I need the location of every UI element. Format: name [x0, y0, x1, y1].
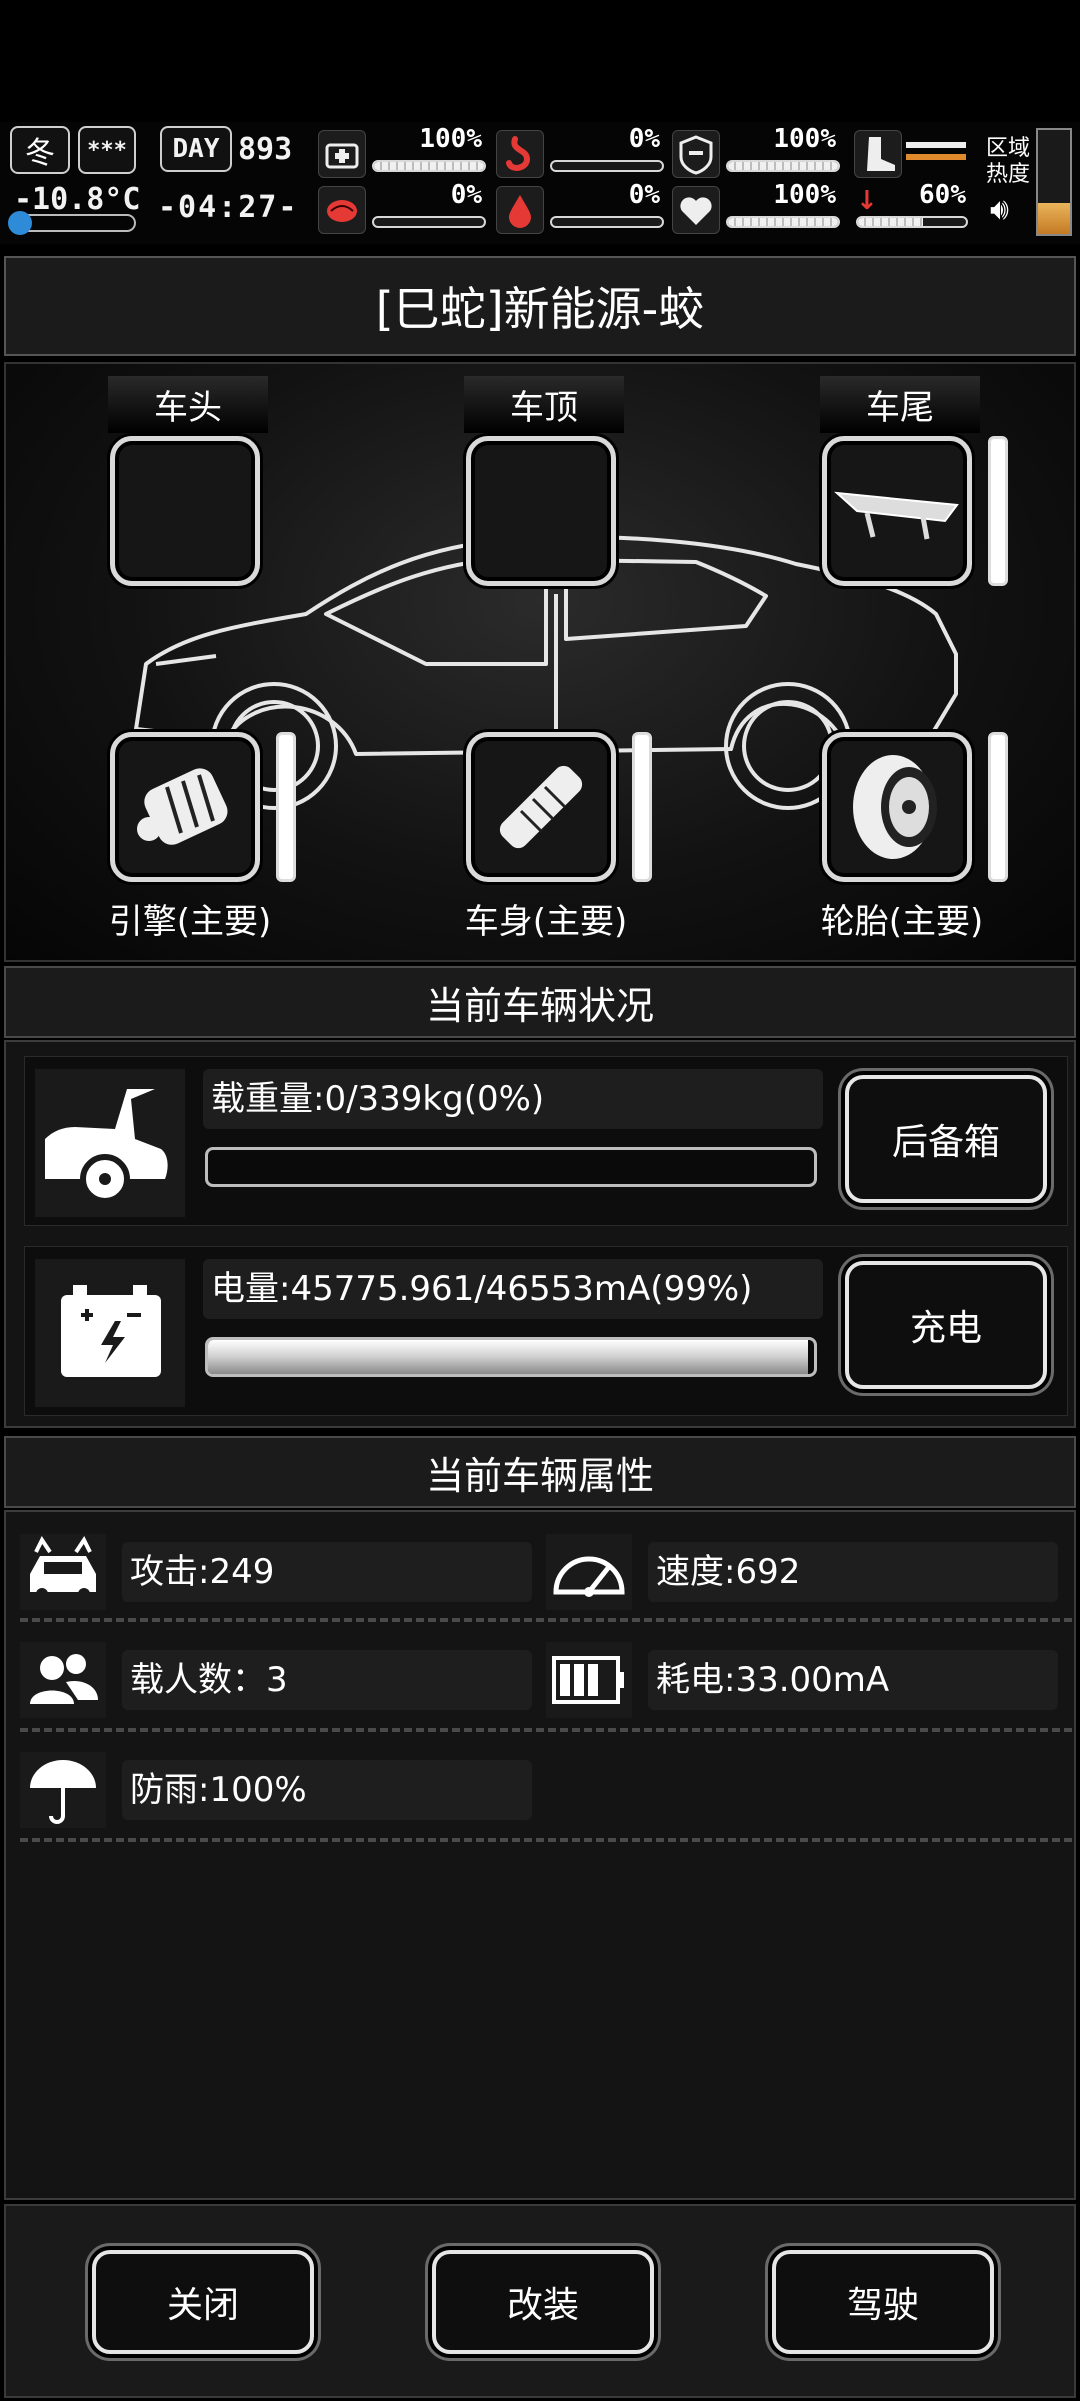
battery-level-icon [546, 1642, 632, 1718]
attributes-panel: 攻击:249 速度:692 载人数：3 耗电:33.00mA 防雨:100% [4, 1510, 1076, 2200]
tire-durability-bar [988, 732, 1008, 882]
stamina-bar [856, 216, 968, 228]
vehicle-title: [巳蛇]新能源-蛟 [375, 282, 705, 336]
slot-label-roof: 车顶 [464, 376, 624, 433]
zone-heat-label: 区域 热度 [986, 136, 1031, 187]
battery-bar [205, 1337, 817, 1377]
battery-icon [35, 1259, 185, 1407]
boot-indicator [906, 142, 966, 148]
zone-heat-meter [1036, 128, 1072, 236]
thirst-bar [550, 216, 664, 228]
season-badge: 冬 [10, 126, 70, 174]
hunger-bar [550, 160, 664, 172]
attributes-section-header: 当前车辆属性 [4, 1436, 1076, 1508]
divider [20, 1838, 1072, 1842]
sanity-bar [372, 216, 486, 228]
speaker-icon[interactable]: 🔊︎ [990, 192, 1009, 227]
body-armor-icon [499, 765, 583, 849]
slot-rear[interactable] [822, 436, 972, 586]
tire-icon [853, 755, 937, 859]
health-bar [372, 160, 486, 172]
slot-front[interactable] [110, 436, 260, 586]
stamina-value: 60% [919, 180, 966, 210]
divider [20, 1618, 1072, 1622]
first-aid-icon [318, 130, 366, 178]
status-panel: 载重量:0/339kg(0%) 后备箱 电量:45775.961/46553mA… [4, 1040, 1076, 1428]
drive-button[interactable]: 驾驶 [772, 2250, 994, 2354]
shield-icon [672, 130, 720, 178]
boot-icon [854, 130, 902, 178]
cargo-weight-text: 载重量:0/339kg(0%) [203, 1069, 823, 1129]
slot-label-body: 车身(主要) [464, 902, 628, 942]
status-section-header: 当前车辆状况 [4, 966, 1076, 1038]
battery-text: 电量:45775.961/46553mA(99%) [203, 1259, 823, 1319]
umbrella-icon [20, 1752, 106, 1828]
cargo-weight-bar [205, 1147, 817, 1187]
rear-durability-bar [988, 436, 1008, 586]
attr-power-use: 耗电:33.00mA [546, 1636, 1066, 1726]
defense-value: 100% [773, 124, 836, 154]
trunk-button[interactable]: 后备箱 [845, 1075, 1047, 1203]
cargo-row: 载重量:0/339kg(0%) 后备箱 [24, 1056, 1068, 1226]
speedometer-icon [546, 1534, 632, 1610]
thirst-value: 0% [628, 180, 660, 210]
attr-attack: 攻击:249 [20, 1528, 540, 1618]
charge-button[interactable]: 充电 [845, 1261, 1047, 1389]
slot-label-engine: 引擎(主要) [108, 902, 272, 942]
mood-value: 100% [773, 180, 836, 210]
slot-engine[interactable] [110, 732, 260, 882]
attr-passengers: 载人数：3 [20, 1636, 540, 1726]
car-trunk-icon [35, 1069, 185, 1217]
bottom-action-bar: 关闭 改装 驾驶 [4, 2204, 1076, 2398]
slot-label-front: 车头 [108, 376, 268, 433]
hunger-value: 0% [628, 124, 660, 154]
brain-icon [318, 186, 366, 234]
stomach-icon [496, 130, 544, 178]
day-counter: 893 [238, 132, 293, 167]
health-value: 100% [419, 124, 482, 154]
car-attack-icon [20, 1534, 106, 1610]
engine-durability-bar [276, 732, 296, 882]
thermometer-icon [8, 211, 136, 235]
season-text: 冬 [25, 136, 55, 171]
slot-label-rear: 车尾 [820, 376, 980, 433]
mood-bar [726, 216, 840, 228]
status-hud: 冬 *** -10.8°C DAY 893 -04:27- 100% 0% 10… [0, 122, 1080, 244]
engine-icon [137, 768, 228, 845]
spoiler-icon [834, 491, 959, 540]
blood-drop-icon [496, 186, 544, 234]
battery-row: 电量:45775.961/46553mA(99%) 充电 [24, 1246, 1068, 1416]
attr-speed: 速度:692 [546, 1528, 1066, 1618]
boot-indicator-orange [906, 154, 966, 160]
modify-button[interactable]: 改装 [432, 2250, 654, 2354]
close-button[interactable]: 关闭 [92, 2250, 314, 2354]
sanity-value: 0% [450, 180, 482, 210]
vehicle-title-bar: [巳蛇]新能源-蛟 [4, 256, 1076, 356]
day-badge: DAY [160, 126, 232, 172]
heart-icon [672, 186, 720, 234]
slot-tire[interactable] [822, 732, 972, 882]
weather-snow-icon: *** [78, 126, 136, 174]
temperature-readout: -10.8°C [14, 182, 141, 217]
vehicle-slots-area: 车头 车顶 车尾 引擎(主要) 车身(主要) 轮胎(主要) [4, 362, 1076, 962]
divider [20, 1728, 1072, 1732]
game-clock: -04:27- [158, 190, 299, 225]
body-durability-bar [632, 732, 652, 882]
slot-label-tire: 轮胎(主要) [820, 902, 984, 942]
people-icon [20, 1642, 106, 1718]
attr-rainproof: 防雨:100% [20, 1746, 540, 1836]
slot-body[interactable] [466, 732, 616, 882]
defense-bar [726, 160, 840, 172]
slot-roof[interactable] [466, 436, 616, 586]
